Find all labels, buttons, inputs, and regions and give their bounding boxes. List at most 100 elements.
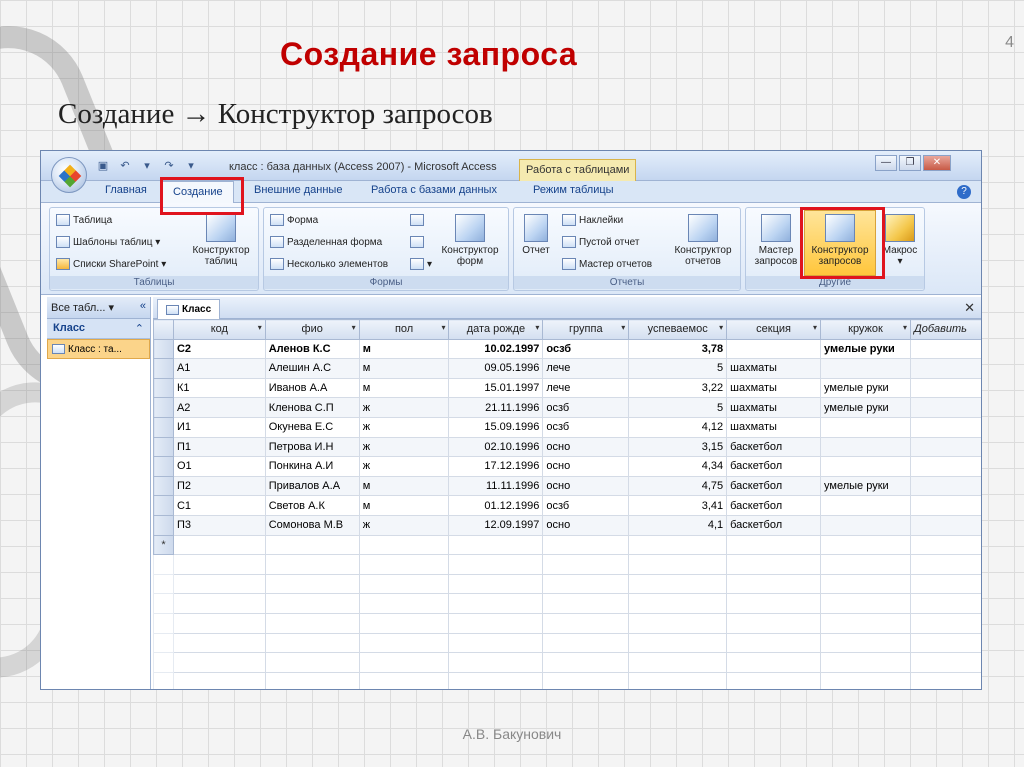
table-cell[interactable]: ж: [358, 436, 450, 458]
column-header[interactable]: секция ▾: [726, 319, 822, 340]
table-cell[interactable]: м: [358, 358, 450, 379]
blank-form-button[interactable]: [410, 236, 427, 248]
table-cell[interactable]: осзб: [542, 495, 630, 516]
table-cell[interactable]: 12.09.1997: [448, 514, 544, 536]
table-cell[interactable]: 21.11.1996: [448, 397, 544, 418]
column-filter-icon[interactable]: ▾: [441, 323, 445, 332]
table-cell[interactable]: баскетбол: [726, 514, 822, 536]
table-cell[interactable]: баскетбол: [726, 475, 822, 497]
table-row[interactable]: О1 Понкина А.И ж 17.12.1996 осно 4,34 баскетбо…: [153, 456, 981, 477]
table-row[interactable]: П3 Сомонова М.В ж 12.09.1997 осно 4,1 баскетбо…: [153, 514, 981, 536]
table-cell[interactable]: 3,41: [628, 495, 728, 516]
table-cell[interactable]: 15.01.1997: [448, 377, 544, 399]
minimize-icon[interactable]: —: [875, 155, 897, 171]
table-cell[interactable]: 4,34: [628, 456, 728, 477]
table-cell[interactable]: 3,15: [628, 436, 728, 458]
report-designer-button[interactable]: Конструктор отчетов: [668, 214, 738, 267]
row-selector[interactable]: [153, 514, 174, 536]
row-selector[interactable]: [153, 397, 174, 418]
nav-pane-header[interactable]: Все табл... ▾ «: [47, 297, 150, 319]
dropdown-icon[interactable]: ▾: [139, 159, 155, 173]
sharepoint-lists-button[interactable]: Списки SharePoint ▾: [56, 258, 166, 270]
nav-group-class[interactable]: Класс ⌃: [47, 319, 150, 339]
table-cell[interactable]: осно: [542, 514, 630, 536]
table-cell[interactable]: Окунева Е.С: [264, 416, 360, 438]
help-icon[interactable]: ?: [957, 185, 971, 199]
table-cell[interactable]: осно: [542, 436, 630, 458]
table-cell[interactable]: ж: [358, 416, 450, 438]
table-designer-button[interactable]: Конструктор таблиц: [186, 214, 256, 267]
table-cell[interactable]: [358, 534, 450, 556]
table-cell[interactable]: П1: [172, 436, 266, 458]
table-cell[interactable]: А1: [172, 358, 266, 379]
table-cell[interactable]: 3,78: [628, 338, 728, 360]
table-cell[interactable]: [909, 436, 981, 458]
table-cell[interactable]: Сомонова М.В: [264, 514, 360, 536]
row-selector[interactable]: [153, 358, 174, 379]
column-header[interactable]: группа ▾: [542, 319, 630, 340]
add-field-header[interactable]: Добавить: [909, 319, 981, 340]
close-document-icon[interactable]: ✕: [964, 300, 975, 316]
table-cell[interactable]: умелые руки: [820, 475, 911, 497]
collapse-pane-icon[interactable]: «: [140, 300, 146, 312]
table-cell[interactable]: [820, 514, 911, 536]
table-row[interactable]: А2 Кленова С.П ж 21.11.1996 осзб 5 шахматы умел…: [153, 397, 981, 418]
query-wizard-button[interactable]: Мастер запросов: [750, 214, 802, 267]
close-icon[interactable]: ✕: [923, 155, 951, 171]
tab-external-data[interactable]: Внешние данные: [254, 184, 342, 196]
table-row[interactable]: П1 Петрова И.Н ж 02.10.1996 осно 3,15 баскетбо…: [153, 436, 981, 458]
report-button[interactable]: Отчет: [518, 214, 554, 256]
table-cell[interactable]: 17.12.1996: [448, 456, 544, 477]
table-cell[interactable]: ж: [358, 514, 450, 536]
table-cell[interactable]: [726, 338, 822, 360]
column-header[interactable]: код ▾: [172, 319, 266, 340]
column-header[interactable]: кружок ▾: [820, 319, 911, 340]
table-cell[interactable]: ж: [358, 456, 450, 477]
table-cell[interactable]: ж: [358, 397, 450, 418]
table-cell[interactable]: С2: [172, 338, 266, 360]
table-cell[interactable]: лече: [542, 377, 630, 399]
table-cell[interactable]: умелые руки: [820, 377, 911, 399]
table-cell[interactable]: [909, 514, 981, 536]
table-cell[interactable]: 11.11.1996: [448, 475, 544, 497]
column-filter-icon[interactable]: ▾: [258, 323, 262, 332]
table-cell[interactable]: 02.10.1996: [448, 436, 544, 458]
table-cell[interactable]: 5: [628, 358, 728, 379]
select-all-corner[interactable]: [153, 319, 174, 340]
undo-icon[interactable]: ↶: [117, 159, 133, 173]
column-header[interactable]: дата рожде ▾: [448, 319, 544, 340]
table-row[interactable]: П2 Привалов А.А м 11.11.1996 осно 4,75 баскетб…: [153, 475, 981, 497]
table-cell[interactable]: осзб: [542, 397, 630, 418]
document-tab-class[interactable]: Класс: [157, 299, 221, 319]
table-row[interactable]: К1 Иванов А.А м 15.01.1997 лече 3,22 шахматы ум…: [153, 377, 981, 399]
labels-button[interactable]: Наклейки: [562, 214, 623, 226]
table-cell[interactable]: [909, 358, 981, 379]
redo-icon[interactable]: ↷: [161, 159, 177, 173]
table-cell[interactable]: 09.05.1996: [448, 358, 544, 379]
table-cell[interactable]: Аленов К.С: [264, 338, 360, 360]
table-cell[interactable]: П3: [172, 514, 266, 536]
multiple-items-button[interactable]: Несколько элементов: [270, 258, 388, 270]
table-cell[interactable]: [909, 456, 981, 477]
nav-item-class-table[interactable]: Класс : та...: [47, 339, 150, 359]
table-cell[interactable]: 4,75: [628, 475, 728, 497]
row-selector[interactable]: [153, 416, 174, 438]
form-button[interactable]: Форма: [270, 214, 318, 226]
table-cell[interactable]: [628, 534, 728, 556]
table-cell[interactable]: шахматы: [726, 397, 822, 418]
tab-home[interactable]: Главная: [105, 184, 147, 196]
table-cell[interactable]: м: [358, 475, 450, 497]
table-cell[interactable]: [820, 495, 911, 516]
office-button[interactable]: [51, 157, 87, 193]
pivot-chart-button[interactable]: [410, 214, 427, 226]
table-cell[interactable]: [448, 534, 544, 556]
split-form-button[interactable]: Разделенная форма: [270, 236, 382, 248]
table-cell[interactable]: 3,22: [628, 377, 728, 399]
table-cell[interactable]: осно: [542, 456, 630, 477]
column-header[interactable]: успеваемос ▾: [628, 319, 728, 340]
column-filter-icon[interactable]: ▾: [535, 323, 539, 332]
table-button[interactable]: Таблица: [56, 214, 112, 226]
table-cell[interactable]: К1: [172, 377, 266, 399]
report-wizard-button[interactable]: Мастер отчетов: [562, 258, 652, 270]
table-cell[interactable]: Петрова И.Н: [264, 436, 360, 458]
